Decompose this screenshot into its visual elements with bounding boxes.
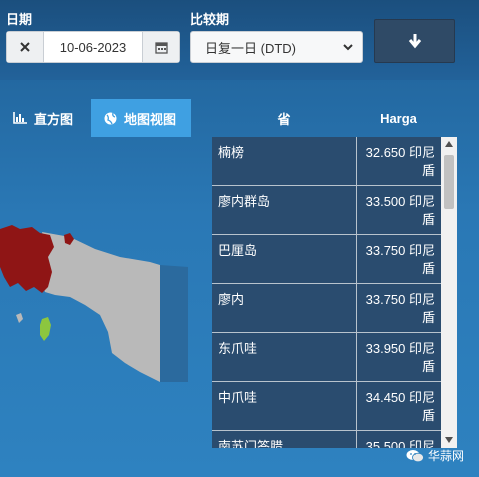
open-calendar-button[interactable] xyxy=(142,32,179,62)
table-row[interactable]: 楠榜 32.650 印尼盾 xyxy=(212,137,441,186)
price-cell: 33.500 印尼盾 xyxy=(357,186,441,234)
wechat-logo-icon xyxy=(406,449,424,462)
map-island-tiny xyxy=(16,313,23,323)
table-row[interactable]: 中爪哇 34.450 印尼盾 xyxy=(212,382,441,431)
price-value: 33.950 印尼 xyxy=(365,341,435,356)
table-row[interactable]: 东爪哇 33.950 印尼盾 xyxy=(212,333,441,382)
column-header-price[interactable]: Harga xyxy=(356,100,441,136)
price-cell: 32.650 印尼盾 xyxy=(357,137,441,185)
date-input[interactable]: 10-06-2023 xyxy=(44,32,142,62)
table-row[interactable]: 廖内群岛 33.500 印尼盾 xyxy=(212,186,441,235)
column-header-province[interactable]: 省 xyxy=(212,100,356,136)
price-currency: 盾 xyxy=(421,212,435,227)
price-cell: 35.500 印尼盾 xyxy=(357,431,441,448)
table-row[interactable]: 巴厘岛 33.750 印尼盾 xyxy=(212,235,441,284)
tab-map-view-label: 地图视图 xyxy=(124,111,177,127)
chevron-down-icon xyxy=(343,44,353,51)
price-currency: 盾 xyxy=(421,359,435,374)
province-map[interactable] xyxy=(0,137,215,477)
clear-date-button[interactable] xyxy=(7,32,44,62)
table-scrollbar[interactable] xyxy=(441,137,457,448)
province-cell: 廖内 xyxy=(212,284,356,332)
map-land-region xyxy=(40,232,160,382)
price-currency: 盾 xyxy=(421,408,435,423)
scroll-down-arrow-icon[interactable] xyxy=(445,437,453,443)
price-cell: 34.450 印尼盾 xyxy=(357,382,441,430)
globe-icon xyxy=(104,112,117,124)
tab-histogram[interactable]: 直方图 xyxy=(0,99,86,137)
price-value: 34.450 印尼 xyxy=(365,390,435,405)
map-green-island xyxy=(40,317,51,341)
compare-period-select[interactable]: 日复一日 (DTD) xyxy=(190,31,363,63)
table-row[interactable]: 廖内 33.750 印尼盾 xyxy=(212,284,441,333)
compare-period-value: 日复一日 (DTD) xyxy=(205,40,296,56)
price-currency: 盾 xyxy=(421,163,435,178)
close-icon xyxy=(20,42,30,52)
tab-map-view[interactable]: 地图视图 xyxy=(91,99,191,137)
price-value: 33.500 印尼 xyxy=(365,194,435,209)
price-currency: 盾 xyxy=(421,261,435,276)
calendar-icon xyxy=(154,41,168,54)
price-value: 32.650 印尼 xyxy=(365,145,435,160)
compare-label: 比较期 xyxy=(190,12,230,27)
price-cell: 33.750 印尼盾 xyxy=(357,235,441,283)
province-cell: 巴厘岛 xyxy=(212,235,356,283)
download-button[interactable] xyxy=(374,19,455,63)
province-cell: 东爪哇 xyxy=(212,333,356,381)
tab-histogram-label: 直方图 xyxy=(34,111,74,127)
watermark-text: 华蒜网 xyxy=(428,449,465,463)
province-cell: 楠榜 xyxy=(212,137,356,185)
scroll-up-arrow-icon[interactable] xyxy=(445,141,453,147)
map-land-shadow xyxy=(160,265,188,382)
province-cell: 南苏门答腊 xyxy=(212,431,356,448)
price-value: 33.750 印尼 xyxy=(365,292,435,307)
scrollbar-thumb[interactable] xyxy=(444,155,454,209)
price-cell: 33.950 印尼盾 xyxy=(357,333,441,381)
date-picker: 10-06-2023 xyxy=(6,31,180,63)
price-cell: 33.750 印尼盾 xyxy=(357,284,441,332)
province-cell: 廖内群岛 xyxy=(212,186,356,234)
table-row[interactable]: 南苏门答腊 35.500 印尼盾 xyxy=(212,431,441,448)
province-cell: 中爪哇 xyxy=(212,382,356,430)
price-table: 楠榜 32.650 印尼盾 廖内群岛 33.500 印尼盾 巴厘岛 33.750… xyxy=(212,137,457,448)
price-value: 33.750 印尼 xyxy=(365,243,435,258)
bar-chart-icon xyxy=(13,112,27,124)
map-highlight-region xyxy=(0,225,54,293)
price-currency: 盾 xyxy=(421,310,435,325)
arrow-down-icon xyxy=(408,34,421,49)
date-label: 日期 xyxy=(6,12,33,27)
watermark: 华蒜网 xyxy=(406,447,464,464)
